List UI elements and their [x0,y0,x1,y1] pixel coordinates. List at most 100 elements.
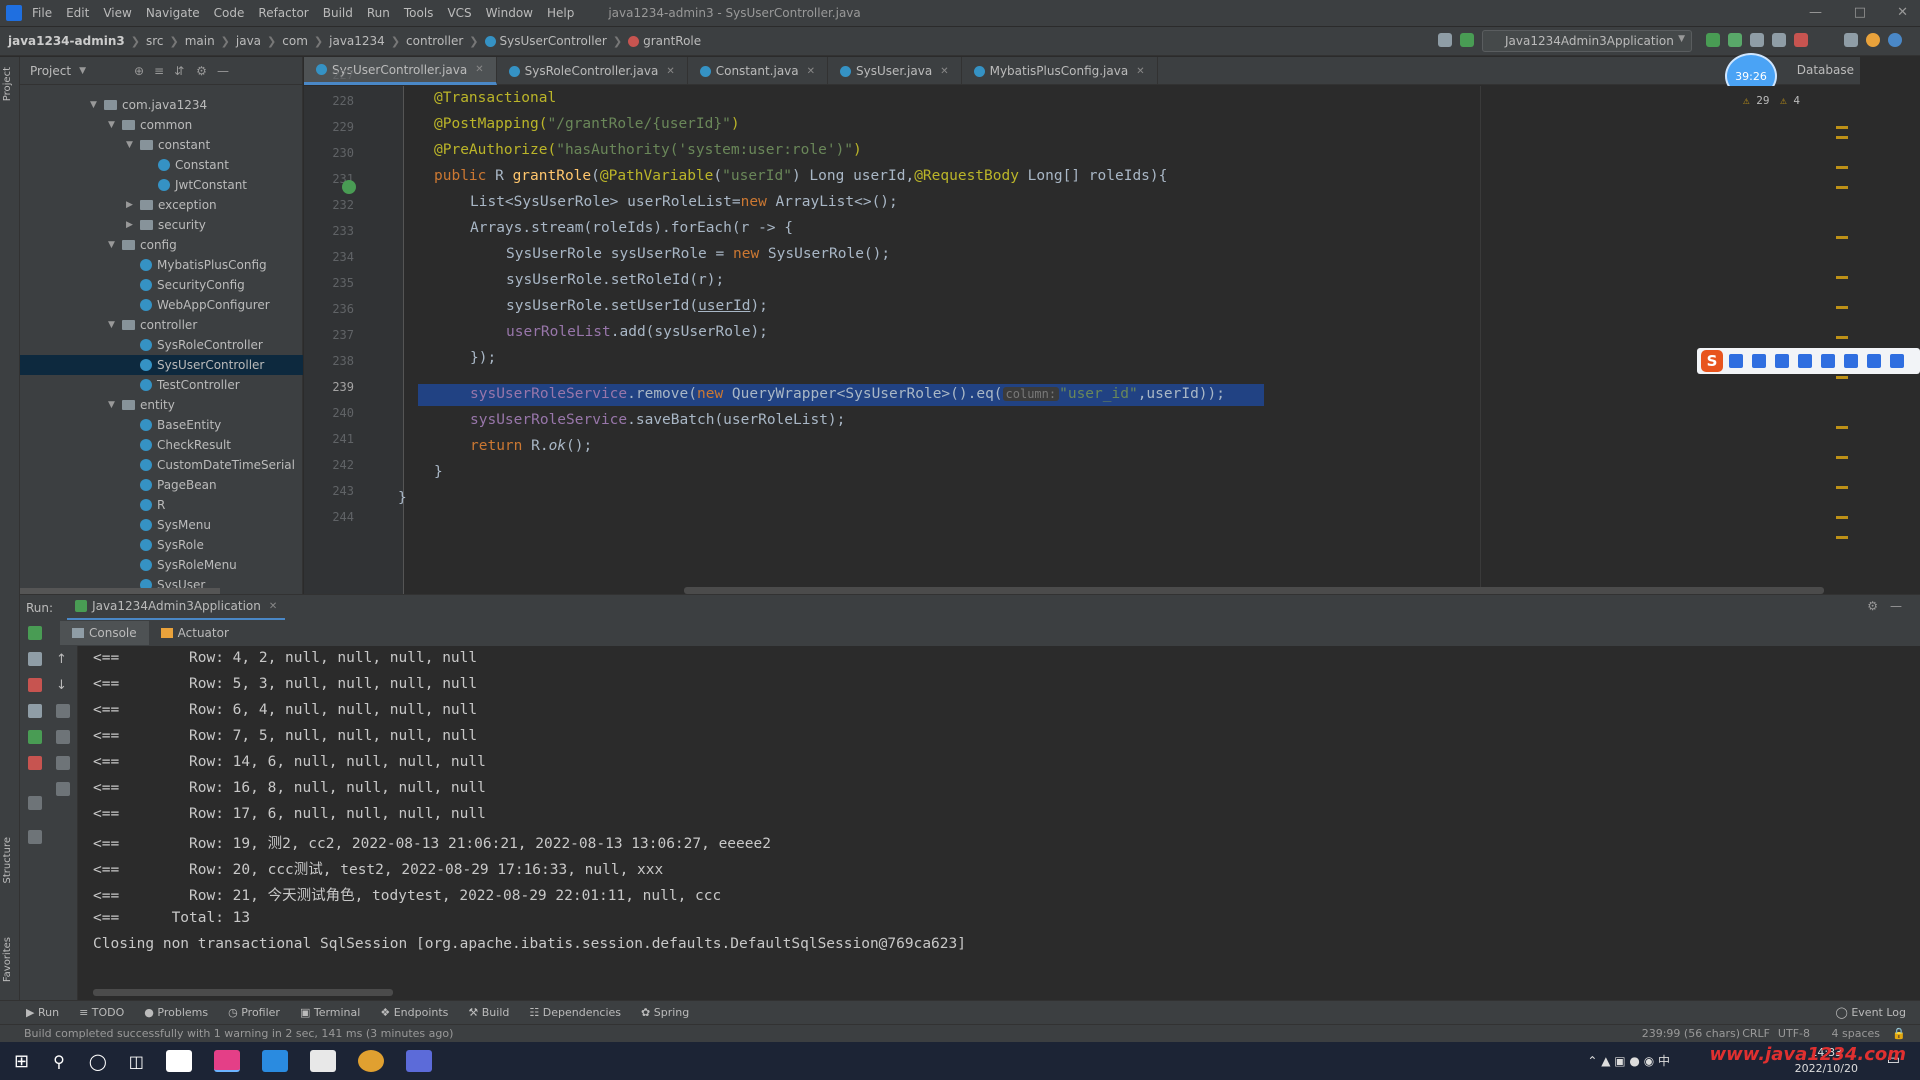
tree-item[interactable]: Constant [20,155,303,175]
cortana-icon[interactable]: ◯ [89,1052,107,1071]
hide-icon[interactable]: — [1890,599,1902,613]
tree-item[interactable]: CustomDateTimeSerial [20,455,303,475]
keyboard-icon[interactable] [1821,354,1835,368]
camera-icon[interactable] [28,704,42,718]
notepad-taskbar-icon[interactable] [309,1050,336,1072]
tree-item[interactable]: SecurityConfig [20,275,303,295]
punctuation-icon[interactable] [1752,354,1766,368]
favorites-tool-tab[interactable]: Favorites [2,937,13,982]
breadcrumb-src[interactable]: src [146,34,164,48]
tree-item[interactable]: SysMenu [20,515,303,535]
intellij-taskbar-icon[interactable] [213,1050,240,1072]
breadcrumb-class[interactable]: SysUserController [500,34,607,48]
tool-tab-run[interactable]: ▶ Run [26,1006,59,1019]
app-taskbar-icon[interactable] [405,1050,432,1072]
menu-help[interactable]: Help [547,6,574,20]
warning-mark[interactable] [1836,536,1848,539]
menu-grid-icon[interactable] [1890,354,1904,368]
close-icon[interactable]: ✕ [940,66,948,77]
tool-tab-terminal[interactable]: ▣ Terminal [300,1006,360,1019]
tab-constant[interactable]: Constant.java ✕ [688,57,829,85]
pin-icon[interactable] [28,830,42,844]
close-icon[interactable]: ✕ [1897,5,1908,20]
skin-icon[interactable] [1867,354,1881,368]
rerun-icon[interactable] [28,626,42,640]
close-icon[interactable]: ✕ [475,64,483,75]
tool-tab-endpoints[interactable]: ❖ Endpoints [380,1006,448,1019]
user-icon[interactable] [1438,33,1452,47]
warning-mark[interactable] [1836,486,1848,489]
rerun-icon[interactable] [1706,33,1720,47]
close-icon[interactable]: ✕ [269,601,277,612]
system-tray-icons[interactable]: ⌃ ▲ ▣ ● ◉ 中 [1587,1052,1670,1069]
tree-item[interactable]: BaseEntity [20,415,303,435]
warning-mark[interactable] [1836,426,1848,429]
collapse-all-icon[interactable]: ≡ [154,64,164,78]
menu-file[interactable]: File [32,6,52,20]
chevron-down-icon[interactable]: ▼ [108,320,122,330]
tree-item[interactable]: SysUserController [20,355,303,375]
tab-console[interactable]: Console [60,621,149,645]
tree-item[interactable]: WebAppConfigurer [20,295,303,315]
indent-setting[interactable]: 4 spaces [1832,1027,1881,1040]
breadcrumb-java1234[interactable]: java1234 [329,34,385,48]
menu-view[interactable]: View [103,6,131,20]
tree-item[interactable]: ▼ common [20,115,303,135]
tree-item[interactable]: SysRoleMenu [20,555,303,575]
tree-item[interactable]: SysRoleController [20,335,303,355]
tool-tab-todo[interactable]: ≡ TODO [79,1006,124,1019]
hide-icon[interactable]: — [217,64,229,78]
horizontal-scrollbar[interactable] [684,587,1824,594]
tab-mybatisplusconfig[interactable]: MybatisPlusConfig.java ✕ [962,57,1158,85]
warning-mark[interactable] [1836,186,1848,189]
close-icon[interactable]: ✕ [666,66,674,77]
tab-sysrolecontroller[interactable]: SysRoleController.java ✕ [497,57,688,85]
emoji-icon[interactable] [1775,354,1789,368]
trash-icon[interactable] [56,782,70,796]
warning-mark[interactable] [1836,336,1848,339]
close-icon[interactable]: ✕ [807,66,815,77]
minimize-icon[interactable]: — [1809,5,1822,20]
search-icon[interactable] [1844,33,1858,47]
project-tool-tab[interactable]: Project [2,67,13,101]
soft-wrap-icon[interactable] [56,704,70,718]
file-encoding[interactable]: UTF-8 [1778,1027,1810,1040]
status-message[interactable]: Build completed successfully with 1 warn… [24,1027,453,1040]
menu-edit[interactable]: Edit [66,6,89,20]
tool-tab-profiler[interactable]: ◷ Profiler [228,1006,280,1019]
windows-start-icon[interactable]: ⊞ [14,1051,29,1072]
maximize-icon[interactable]: □ [1854,5,1866,20]
breadcrumb-project[interactable]: java1234-admin3 [8,34,125,48]
menu-code[interactable]: Code [214,6,245,20]
chevron-right-icon[interactable]: ▶ [126,220,140,230]
spring-bean-icon[interactable] [342,180,356,194]
layout-icon[interactable] [28,796,42,810]
chevron-down-icon[interactable]: ▼ [108,240,122,250]
tool-tab-build[interactable]: ⚒ Build [468,1006,509,1019]
stop-icon[interactable] [1794,33,1808,47]
tree-item[interactable]: PageBean [20,475,303,495]
horizontal-scrollbar[interactable] [93,989,393,996]
exit-icon[interactable] [28,756,42,770]
tree-item[interactable]: ▼ controller [20,315,303,335]
tab-actuator[interactable]: Actuator [149,621,241,645]
gear-icon[interactable]: ⚙ [196,64,207,78]
tree-item[interactable]: SysRole [20,535,303,555]
chevron-down-icon[interactable]: ▼ [79,66,86,76]
stop-icon[interactable] [28,678,42,692]
warning-mark[interactable] [1836,376,1848,379]
microphone-icon[interactable] [1798,354,1812,368]
menu-vcs[interactable]: VCS [447,6,471,20]
tree-item[interactable]: ▼ entity [20,395,303,415]
menu-run[interactable]: Run [367,6,390,20]
tree-item[interactable]: JwtConstant [20,175,303,195]
structure-tool-tab[interactable]: Structure [2,837,13,884]
debug-icon[interactable] [1728,33,1742,47]
expand-all-icon[interactable]: ⇵ [174,64,184,78]
inspection-widget[interactable]: ⚠ 29 ⚠ 4 [1743,94,1800,107]
menu-build[interactable]: Build [323,6,353,20]
chevron-down-icon[interactable]: ▼ [108,120,122,130]
tab-sysuser[interactable]: SysUser.java ✕ [828,57,962,85]
tool-tab-spring[interactable]: ✿ Spring [641,1006,689,1019]
arrow-up-icon[interactable]: ↑ [56,652,70,667]
